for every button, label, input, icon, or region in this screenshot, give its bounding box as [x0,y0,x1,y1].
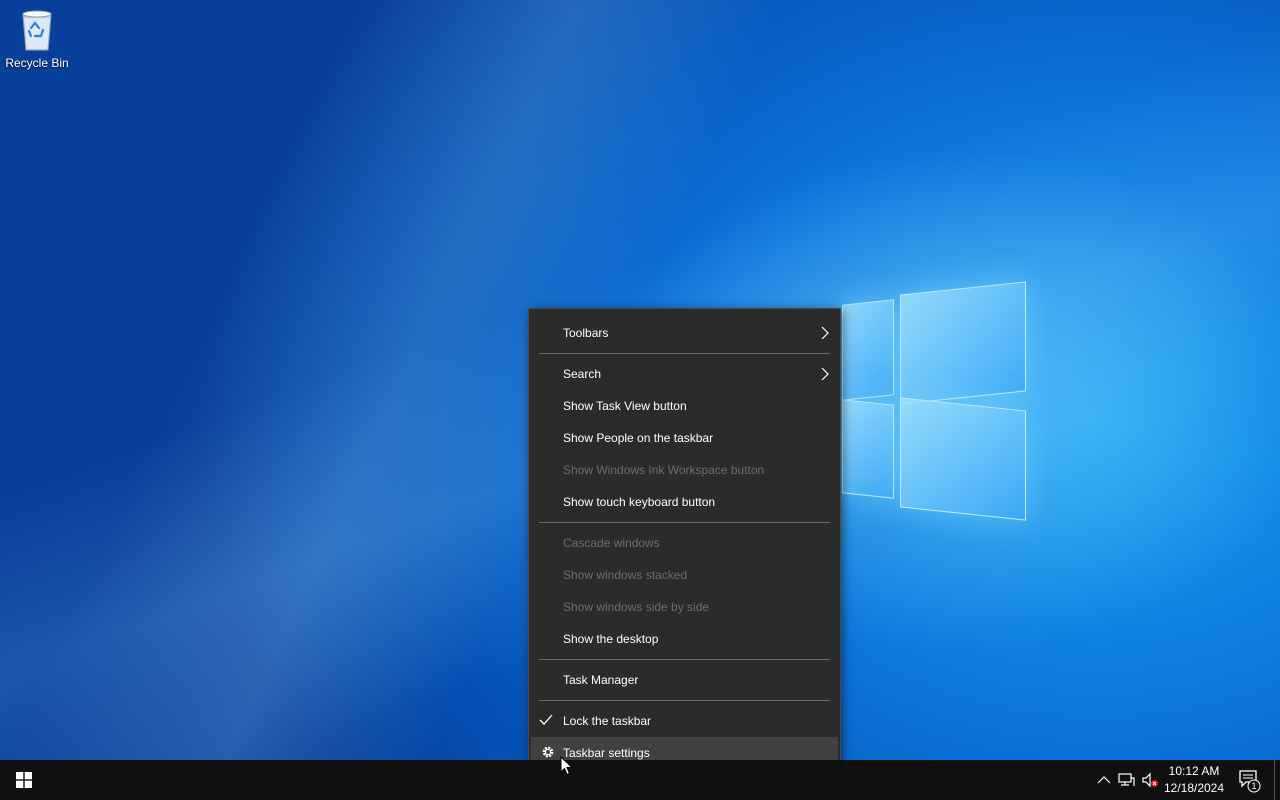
taskbar-context-menu: Toolbars Search Show Task View button Sh… [528,308,841,778]
logo-pane-bottom-right [900,397,1026,521]
menu-item-label: Search [563,367,602,381]
chevron-right-icon [821,368,829,380]
checkmark-icon [539,714,553,725]
chevron-right-icon [821,327,829,339]
menu-item-toolbars[interactable]: Toolbars [529,317,840,349]
menu-item-label: Cascade windows [563,536,660,550]
clock-date: 12/18/2024 [1163,781,1225,795]
show-desktop-button[interactable] [1274,760,1280,800]
gear-icon [542,746,554,758]
recycle-bin-label: Recycle Bin [5,56,69,70]
menu-item-windows-side-by-side: Show windows side by side [529,591,840,623]
menu-item-show-touch-keyboard[interactable]: Show touch keyboard button [529,486,840,518]
logo-pane-bottom-left [842,399,894,499]
menu-item-label: Show the desktop [563,632,659,646]
menu-item-label: Show windows side by side [563,600,710,614]
network-icon[interactable] [1116,770,1136,790]
menu-item-label: Show People on the taskbar [563,431,714,445]
desktop-icon-recycle-bin[interactable]: Recycle Bin [2,6,72,74]
menu-item-label: Show Task View button [563,399,687,413]
notification-count: 1 [1251,781,1257,791]
windows-start-icon [16,772,32,788]
menu-item-windows-stacked: Show windows stacked [529,559,840,591]
menu-item-show-task-view-button[interactable]: Show Task View button [529,390,840,422]
menu-item-lock-taskbar[interactable]: Lock the taskbar [529,705,840,737]
menu-item-search[interactable]: Search [529,358,840,390]
menu-item-label: Toolbars [563,326,609,340]
menu-item-show-desktop[interactable]: Show the desktop [529,623,840,655]
mouse-cursor-icon [560,756,574,776]
menu-item-task-manager[interactable]: Task Manager [529,664,840,696]
menu-item-show-ink-workspace: Show Windows Ink Workspace button [529,454,840,486]
taskbar-clock[interactable]: 10:12 AM 12/18/2024 [1160,763,1228,797]
start-button[interactable] [0,760,48,800]
menu-item-cascade-windows: Cascade windows [529,527,840,559]
menu-item-show-people[interactable]: Show People on the taskbar [529,422,840,454]
chevron-up-icon[interactable] [1094,770,1114,790]
menu-separator [539,659,830,660]
clock-time: 10:12 AM [1168,764,1220,778]
taskbar[interactable]: 10:12 AM 12/18/2024 1 [0,760,1280,800]
menu-item-label: Lock the taskbar [563,714,652,728]
menu-item-label: Show touch keyboard button [563,495,716,509]
recycle-bin-icon [17,6,57,52]
volume-muted-icon[interactable] [1140,770,1160,790]
menu-item-label: Show Windows Ink Workspace button [563,463,765,477]
menu-item-label: Show windows stacked [563,568,688,582]
logo-pane-top-right [900,281,1026,405]
action-center-button[interactable]: 1 [1232,760,1272,800]
menu-separator [539,353,830,354]
menu-separator [539,522,830,523]
logo-pane-top-left [842,299,894,401]
menu-item-label: Task Manager [563,673,639,687]
menu-item-label: Taskbar settings [563,746,650,760]
menu-separator [539,700,830,701]
